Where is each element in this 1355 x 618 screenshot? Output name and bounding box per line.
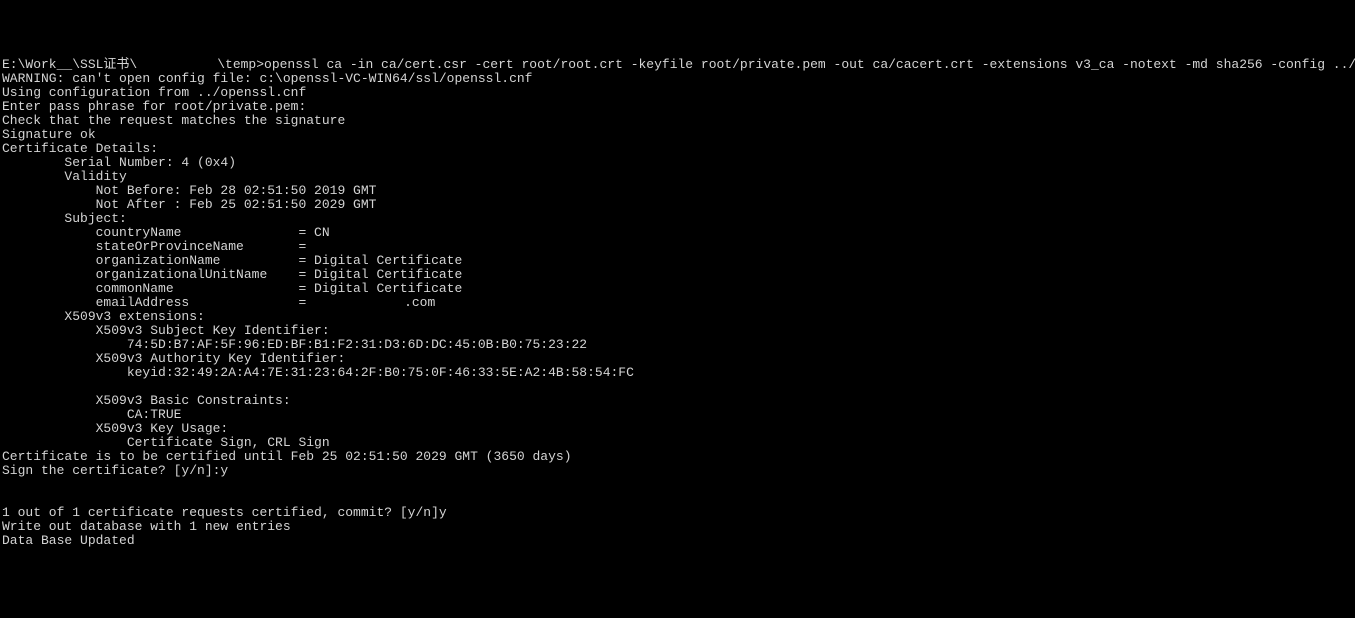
- redacted-state: [314, 241, 369, 253]
- output-line: 1 out of 1 certificate requests certifie…: [2, 506, 1353, 520]
- path-suffix: \temp>: [217, 57, 264, 72]
- output-line: Check that the request matches the signa…: [2, 114, 1353, 128]
- output-line: Certificate is to be certified until Feb…: [2, 450, 1353, 464]
- output-line: Using configuration from ../openssl.cnf: [2, 86, 1353, 100]
- output-line: X509v3 Key Usage:: [2, 422, 1353, 436]
- output-line: X509v3 Authority Key Identifier:: [2, 352, 1353, 366]
- output-line: [2, 380, 1353, 394]
- prompt-line: E:\Work__\SSL证书\ \temp>openssl ca -in ca…: [2, 58, 1353, 72]
- output-line: X509v3 Subject Key Identifier:: [2, 324, 1353, 338]
- output-line: Not Before: Feb 28 02:51:50 2019 GMT: [2, 184, 1353, 198]
- output-line: commonName = Digital Certificate: [2, 282, 1353, 296]
- output-line-email: emailAddress = .com: [2, 296, 1353, 310]
- redacted-path: [137, 59, 217, 71]
- output-line: keyid:32:49:2A:A4:7E:31:23:64:2F:B0:75:0…: [2, 366, 1353, 380]
- output-line: Data Base Updated: [2, 534, 1353, 548]
- output-line: X509v3 Basic Constraints:: [2, 394, 1353, 408]
- path-prefix: E:\Work__\SSL证书\: [2, 57, 137, 72]
- output-line: Validity: [2, 170, 1353, 184]
- terminal-output[interactable]: E:\Work__\SSL证书\ \temp>openssl ca -in ca…: [2, 58, 1353, 548]
- output-line: [2, 478, 1353, 492]
- output-line: organizationalUnitName = Digital Certifi…: [2, 268, 1353, 282]
- output-line: X509v3 extensions:: [2, 310, 1353, 324]
- output-line-state: stateOrProvinceName =: [2, 240, 1353, 254]
- output-line: Not After : Feb 25 02:51:50 2029 GMT: [2, 198, 1353, 212]
- output-line: Certificate Details:: [2, 142, 1353, 156]
- output-line: organizationName = Digital Certificate: [2, 254, 1353, 268]
- output-line: 74:5D:B7:AF:5F:96:ED:BF:B1:F2:31:D3:6D:D…: [2, 338, 1353, 352]
- redacted-email: [314, 297, 404, 309]
- output-line: CA:TRUE: [2, 408, 1353, 422]
- output-line: Write out database with 1 new entries: [2, 520, 1353, 534]
- output-line: Enter pass phrase for root/private.pem:: [2, 100, 1353, 114]
- output-line: [2, 492, 1353, 506]
- output-line: Sign the certificate? [y/n]:y: [2, 464, 1353, 478]
- output-line: WARNING: can't open config file: c:\open…: [2, 72, 1353, 86]
- output-line: countryName = CN: [2, 226, 1353, 240]
- output-line: Signature ok: [2, 128, 1353, 142]
- output-line: Serial Number: 4 (0x4): [2, 156, 1353, 170]
- output-line: Subject:: [2, 212, 1353, 226]
- command-text: openssl ca -in ca/cert.csr -cert root/ro…: [264, 57, 1355, 72]
- output-line: Certificate Sign, CRL Sign: [2, 436, 1353, 450]
